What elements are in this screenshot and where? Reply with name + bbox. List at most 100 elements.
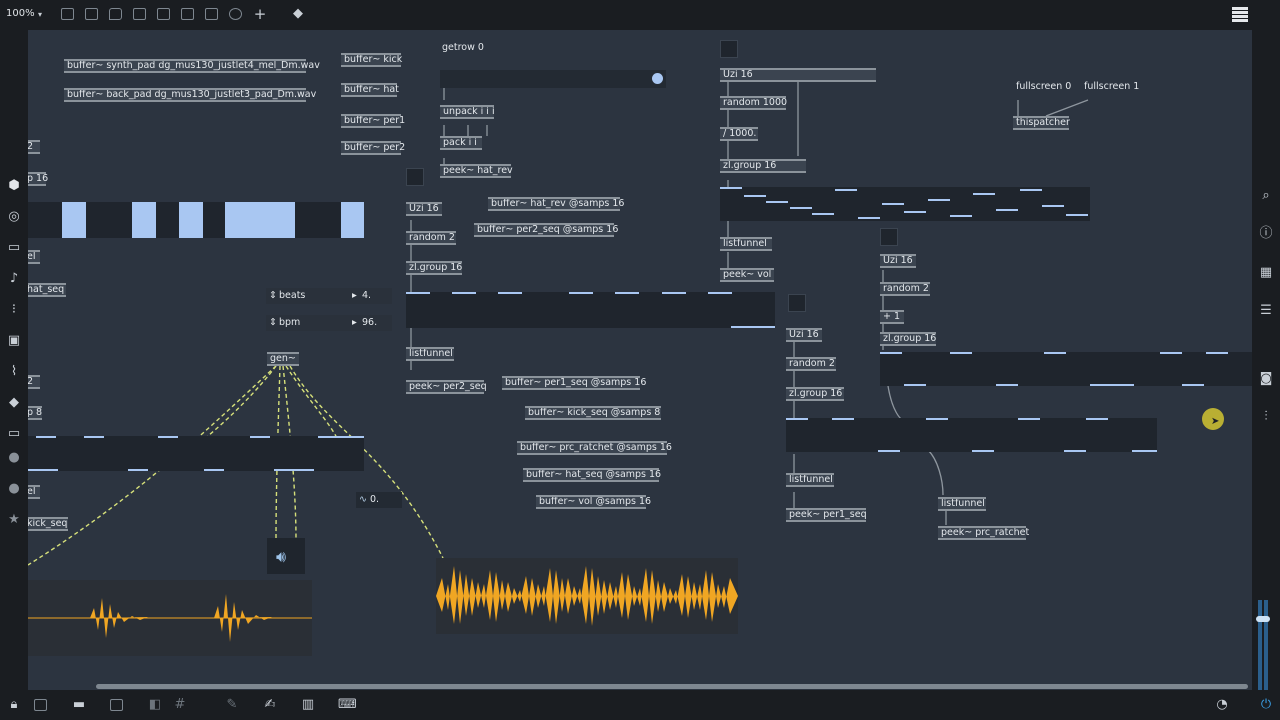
- peek-vol-object[interactable]: peek~ vol: [720, 268, 774, 282]
- uzi-per1-object[interactable]: Uzi 16: [786, 328, 822, 342]
- comment-icon[interactable]: ▬: [71, 698, 87, 712]
- prc-ratchet-bang-button[interactable]: [880, 228, 898, 246]
- buffer-synth-pad-object[interactable]: buffer~ synth_pad dg_mus130_justlet4_mel…: [64, 59, 320, 73]
- target-icon[interactable]: ◎: [6, 210, 22, 224]
- random-prc-object[interactable]: random 2: [880, 282, 930, 296]
- loop-icon[interactable]: ▭: [6, 427, 22, 441]
- buffer-prc-ratchet-object[interactable]: buffer~ prc_ratchet @samps 16: [517, 441, 672, 455]
- number-icon[interactable]: [181, 8, 194, 20]
- grid-menu-icon[interactable]: [1232, 7, 1248, 22]
- inspector-icon[interactable]: ▦: [1258, 266, 1274, 280]
- uzi-per2-object[interactable]: Uzi 16: [406, 202, 442, 216]
- left-partial-object-7[interactable]: el: [28, 485, 40, 499]
- peek-per1-seq-object[interactable]: peek~ per1_seq: [786, 508, 867, 522]
- prc-ratchet-multislider[interactable]: [880, 352, 1252, 386]
- message-icon[interactable]: [85, 8, 98, 20]
- listfunnel-per1-object[interactable]: listfunnel: [786, 473, 834, 487]
- lock-icon[interactable]: 🔒︎: [6, 698, 22, 712]
- slider-icon[interactable]: [205, 8, 218, 20]
- dial-icon[interactable]: [229, 8, 242, 20]
- hat-seq-multislider[interactable]: [28, 436, 364, 471]
- keyboard-icon[interactable]: ⌨: [338, 698, 357, 712]
- per1-bang-button[interactable]: [788, 294, 806, 312]
- music-note-icon[interactable]: ♪: [6, 272, 22, 286]
- bpm-number-box[interactable]: ⇕ bpm: [266, 315, 350, 331]
- buffer-hat-rev-object[interactable]: buffer~ hat_rev @samps 16: [488, 197, 624, 211]
- pack-object[interactable]: pack i i: [440, 136, 482, 150]
- thispatcher-object[interactable]: thispatcher: [1013, 116, 1070, 130]
- folder-icon[interactable]: ▭: [6, 241, 22, 255]
- listfunnel-vol-object[interactable]: listfunnel: [720, 237, 772, 251]
- left-partial-object-3[interactable]: el: [28, 250, 40, 264]
- list-icon[interactable]: ☰: [1258, 304, 1274, 318]
- peek-prc-ratchet-object[interactable]: peek~ prc_ratchet: [938, 526, 1029, 540]
- piano-icon[interactable]: ▥: [300, 698, 316, 712]
- horizontal-scrollbar[interactable]: [96, 684, 1248, 689]
- buffer-per1-object[interactable]: buffer~ per1: [341, 114, 405, 128]
- per2-bang-button[interactable]: [406, 168, 424, 186]
- gen-object[interactable]: gen~: [267, 352, 299, 366]
- buffer-vol-object[interactable]: buffer~ vol @samps 16: [536, 495, 651, 509]
- per2-seq-multislider[interactable]: [406, 292, 775, 328]
- hat-rev-row-slider[interactable]: [440, 70, 666, 88]
- vol-multislider[interactable]: [720, 187, 1090, 221]
- beats-number-box[interactable]: ⇕ beats: [266, 288, 350, 304]
- loop-waveform-display[interactable]: [436, 558, 738, 634]
- vst-icon[interactable]: ●: [6, 451, 22, 465]
- random-per1-object[interactable]: random 2: [786, 357, 836, 371]
- left-partial-object-2[interactable]: p 16: [28, 172, 48, 186]
- volume-slider-handle[interactable]: [1256, 616, 1270, 622]
- peek-per2-seq-object[interactable]: peek~ per2_seq: [406, 380, 487, 394]
- info-icon[interactable]: ⓘ: [1258, 227, 1274, 241]
- zlgroup-per1-object[interactable]: zl.group 16: [786, 387, 844, 401]
- buffer-per2-seq-object[interactable]: buffer~ per2_seq @samps 16: [474, 223, 618, 237]
- image-icon[interactable]: ▣: [6, 334, 22, 348]
- kick-waveform-display[interactable]: [28, 580, 312, 656]
- buffer-hat-object[interactable]: buffer~ hat: [341, 83, 399, 97]
- buffer-per1-seq-object[interactable]: buffer~ per1_seq @samps 16: [502, 376, 646, 390]
- left-partial-object-1[interactable]: 2: [28, 140, 40, 154]
- ezdac-button[interactable]: 🔊︎: [267, 538, 305, 574]
- signal-number-box[interactable]: ∿ 0.: [356, 492, 402, 508]
- grid-icon[interactable]: #: [172, 698, 188, 712]
- plus-one-object[interactable]: + 1: [880, 310, 904, 324]
- zlgroup-prc-object[interactable]: zl.group 16: [880, 332, 936, 346]
- listfunnel-prc-object[interactable]: listfunnel: [938, 497, 986, 511]
- divide-vol-object[interactable]: / 1000.: [720, 127, 758, 141]
- left-partial-object-8[interactable]: kick_seq: [28, 517, 68, 531]
- layers-icon[interactable]: [110, 699, 123, 711]
- buffer-kick-object[interactable]: buffer~ kick: [341, 53, 402, 67]
- presentation-icon[interactable]: [34, 699, 47, 711]
- getrow-message[interactable]: getrow 0: [439, 41, 487, 55]
- camera-icon[interactable]: ◙: [1258, 372, 1274, 386]
- star-icon[interactable]: ★: [6, 513, 22, 527]
- left-partial-object-5[interactable]: 2: [28, 375, 40, 389]
- buffer-hat-seq-object[interactable]: buffer~ hat_seq @samps 16: [523, 468, 661, 482]
- unpack-object[interactable]: unpack i i i: [440, 105, 495, 119]
- kick-step-multislider[interactable]: [28, 202, 364, 238]
- button-icon[interactable]: [133, 8, 146, 20]
- bpm-value-box[interactable]: ▸ 96.: [350, 315, 392, 331]
- new-object-icon[interactable]: [61, 8, 74, 20]
- left-partial-object-4[interactable]: hat_seq: [28, 283, 66, 297]
- mixer-icon[interactable]: ⫶: [1258, 410, 1274, 424]
- random-per2-object[interactable]: random 2: [406, 231, 456, 245]
- clip-icon[interactable]: ⌇: [6, 365, 22, 379]
- vol-bang-button[interactable]: [720, 40, 738, 58]
- bpatcher-icon[interactable]: ●: [6, 482, 22, 496]
- buffer-kick-seq-object[interactable]: buffer~ kick_seq @samps 8: [525, 406, 661, 420]
- buffer-per2-object[interactable]: buffer~ per2: [341, 141, 405, 155]
- buffer-back-pad-object[interactable]: buffer~ back_pad dg_mus130_justlet3_pad_…: [64, 88, 316, 102]
- debug-icon[interactable]: ✎: [224, 698, 240, 712]
- fullscreen-1-message[interactable]: fullscreen 1: [1081, 80, 1143, 94]
- listfunnel-per2-object[interactable]: listfunnel: [406, 347, 454, 361]
- search-icon[interactable]: ⌕: [1258, 189, 1274, 203]
- transport-icon[interactable]: ◔: [1214, 698, 1230, 712]
- per1-seq-multislider[interactable]: [786, 418, 1157, 452]
- wrench-icon[interactable]: ✍: [262, 698, 278, 712]
- toggle-icon[interactable]: [157, 8, 170, 20]
- plug-icon[interactable]: ◆: [6, 396, 22, 410]
- uzi-prc-object[interactable]: Uzi 16: [880, 254, 916, 268]
- zlgroup-per2-object[interactable]: zl.group 16: [406, 261, 462, 275]
- power-icon[interactable]: ⏻: [1258, 698, 1274, 712]
